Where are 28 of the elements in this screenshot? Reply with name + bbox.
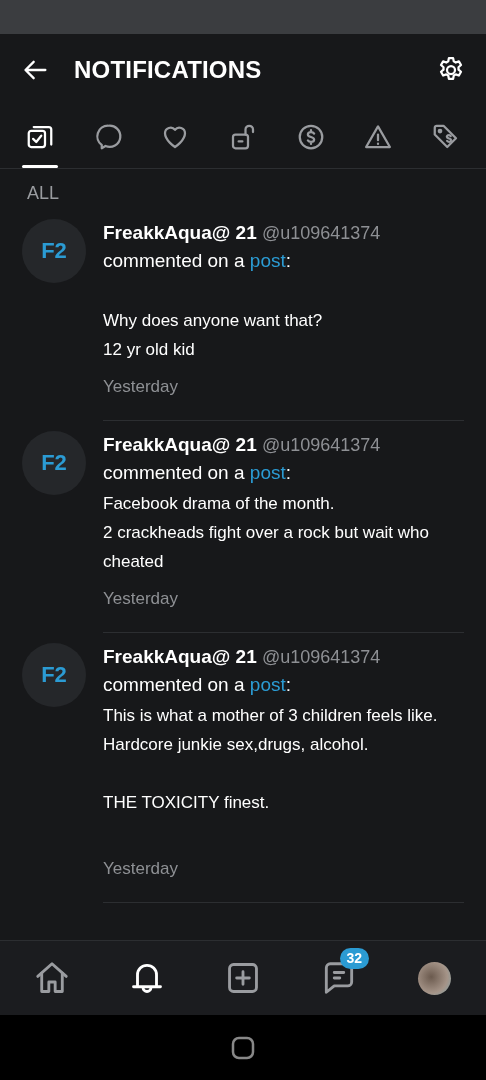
avatar-initials: F2 <box>22 643 86 707</box>
timestamp: Yesterday <box>103 588 179 610</box>
system-home-button[interactable] <box>231 1035 255 1060</box>
timestamp: Yesterday <box>103 376 179 398</box>
unread-count-badge: 32 <box>339 948 370 969</box>
user-handle: @u109641374 <box>262 647 381 667</box>
post-link[interactable]: post <box>249 674 286 695</box>
page-title: NOTIFICATIONS <box>74 56 263 84</box>
post-link[interactable]: post <box>249 462 286 483</box>
user-name[interactable]: FreakkAqua@ 21 <box>103 434 257 455</box>
user-handle: @u109641374 <box>262 435 381 455</box>
avatar-initials: F2 <box>22 431 86 495</box>
notification-text: commented on a post: <box>103 461 292 485</box>
avatar-initials: F2 <box>22 219 86 283</box>
comment-text: This is what a mother of 3 children feels like. Hardcore junkie sex,drugs, alcohol. THE TOXICITY finest. <box>103 705 439 814</box>
user-name[interactable]: FreakkAqua@ 21 <box>103 222 257 243</box>
nav-tab[interactable]: 32 <box>290 941 387 1015</box>
post-link[interactable]: post <box>249 250 286 271</box>
comment-text: Facebook drama of the month. 2 crackheads fight over a rock but wait who cheated <box>103 493 430 573</box>
square-outline-icon <box>231 1035 255 1060</box>
notification-text: commented on a post: <box>103 249 292 273</box>
profile-photo <box>417 961 451 995</box>
section-label: ALL <box>26 182 61 205</box>
user-name[interactable]: FreakkAqua@ 21 <box>103 646 257 667</box>
timestamp: Yesterday <box>103 858 179 880</box>
comment-text: Why does anyone want that? 12 yr old kid <box>103 310 324 361</box>
notification-text: commented on a post: <box>103 673 292 697</box>
user-handle: @u109641374 <box>262 223 381 243</box>
